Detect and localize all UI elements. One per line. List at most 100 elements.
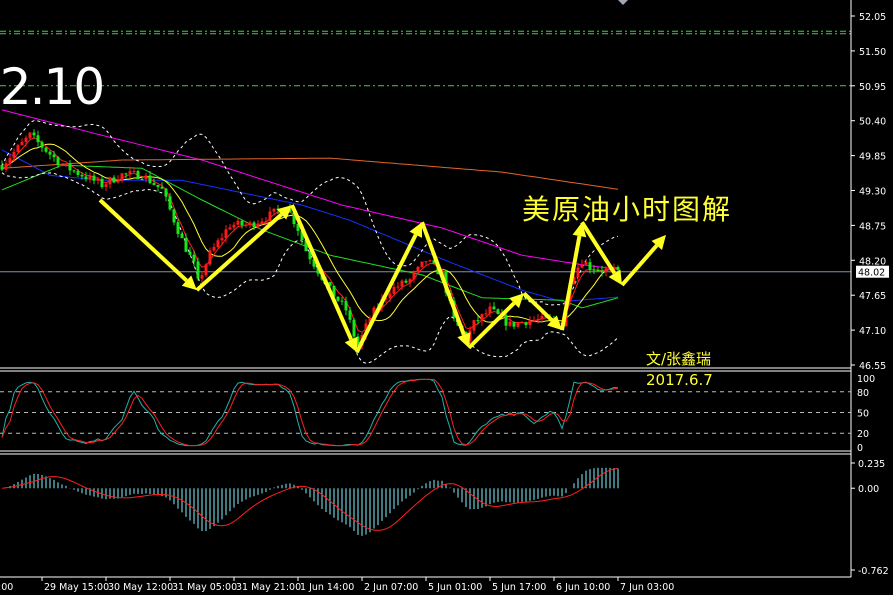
time-tick-label: 5 Jun 01:00 <box>428 582 482 593</box>
candle-body <box>160 186 164 189</box>
stoch-signal-line <box>1 378 619 447</box>
candle-body <box>344 301 348 311</box>
price-tick-label: 49.30 <box>859 187 886 198</box>
candle-body <box>184 238 188 252</box>
price-tick-label: 47.10 <box>859 326 886 337</box>
candle-body <box>352 319 356 337</box>
candle-body <box>348 310 352 320</box>
candle-body <box>8 158 12 164</box>
candle-body <box>24 137 28 142</box>
candle-body <box>256 223 260 228</box>
stoch-tick-label: 100 <box>857 374 875 385</box>
price-tick-label: 51.50 <box>859 47 886 58</box>
candle-body <box>88 175 92 180</box>
candle-body <box>388 293 392 299</box>
price-tick-label: 50.40 <box>859 117 886 128</box>
candle-body <box>156 184 160 187</box>
candle-body <box>68 163 72 171</box>
candle-body <box>60 165 64 167</box>
candle-body <box>480 314 484 322</box>
candle-body <box>232 224 236 228</box>
candle-body <box>76 170 80 175</box>
candle-body <box>596 269 600 271</box>
candle-body <box>272 208 276 212</box>
stoch-tick-label: 20 <box>857 429 869 440</box>
candle-body <box>44 147 48 152</box>
price-tick-label: 52.05 <box>859 12 886 23</box>
candle-body <box>164 188 168 197</box>
candle-body <box>224 229 228 239</box>
candle-body <box>396 286 400 288</box>
stoch-tick-label: 50 <box>857 409 869 420</box>
candle-body <box>420 261 424 267</box>
big-price-label: 52.10 <box>0 58 105 116</box>
time-tick-label: 5 Jun 17:00 <box>492 582 546 593</box>
candle-body <box>484 313 488 315</box>
date-label: 2017.6.7 <box>646 371 713 389</box>
ma-fast <box>1 137 619 333</box>
candle-body <box>228 227 232 230</box>
candle-body <box>252 222 256 228</box>
macd-tick-label: 0.235 <box>858 459 885 470</box>
candle-body <box>412 272 416 280</box>
price-tick-label: 48.20 <box>859 256 886 267</box>
candle-body <box>532 319 536 321</box>
candle-body <box>144 175 148 180</box>
candle-body <box>476 320 480 322</box>
candle-body <box>604 268 608 273</box>
time-tick-label: 2 Jun 07:00 <box>364 582 418 593</box>
chart-title: 美原油小时图解 <box>522 193 733 226</box>
candle-body <box>136 171 140 179</box>
time-tick-label: 6 Jun 10:00 <box>556 582 610 593</box>
candle-body <box>32 132 36 136</box>
stoch-tick-label: 80 <box>857 388 869 399</box>
candle-body <box>4 163 8 170</box>
scroll-marker-icon <box>618 0 628 5</box>
candle-body <box>96 178 100 181</box>
candle-body <box>108 177 112 185</box>
candle-body <box>56 157 60 166</box>
candle-body <box>204 264 208 276</box>
price-chart: 52.05 51.50 50.95 50.40 49.85 49.30 48.75 48.20… <box>0 0 889 593</box>
candle-body <box>268 211 272 221</box>
stoch-tick-label: 0 <box>857 443 863 454</box>
macd-tick-label: -0.762 <box>858 566 889 577</box>
stoch-main-line <box>1 378 619 447</box>
candle-body <box>84 176 88 180</box>
macd-tick-label: 0.00 <box>858 484 879 495</box>
candle-body <box>12 151 16 159</box>
price-tick-label: 50.95 <box>859 82 886 93</box>
trend-arrow-shaft <box>355 233 418 354</box>
candle-body <box>152 183 156 185</box>
price-tick-label: 46.55 <box>859 361 886 372</box>
candle-body <box>48 151 52 155</box>
candle-body <box>116 180 120 183</box>
candle-body <box>200 275 204 279</box>
candle-body <box>72 170 76 172</box>
candle-body <box>112 177 116 183</box>
candle-body <box>404 280 408 283</box>
candle-body <box>220 238 224 241</box>
price-tick-label: 49.85 <box>859 152 886 163</box>
candle-body <box>20 141 24 146</box>
candle-body <box>512 321 516 327</box>
time-tick-label: 31 May 21:00 <box>236 582 301 593</box>
candle-body <box>16 145 20 152</box>
trend-arrow-shaft <box>420 221 466 336</box>
candle-body <box>588 262 592 270</box>
candle-body <box>120 173 124 181</box>
candle-body <box>580 264 584 268</box>
candle-body <box>540 315 544 319</box>
time-tick-label: 1 Jun 14:00 <box>300 582 354 593</box>
candle-body <box>336 296 340 301</box>
candle-body <box>428 260 432 262</box>
candle-body <box>92 175 96 181</box>
candle-body <box>80 174 84 177</box>
candle-body <box>496 309 500 314</box>
candle-body <box>516 322 520 327</box>
candle-body <box>616 267 620 270</box>
candle-body <box>244 224 248 226</box>
candle-body <box>168 196 172 210</box>
candle-body <box>488 306 492 314</box>
candle-body <box>536 318 540 320</box>
